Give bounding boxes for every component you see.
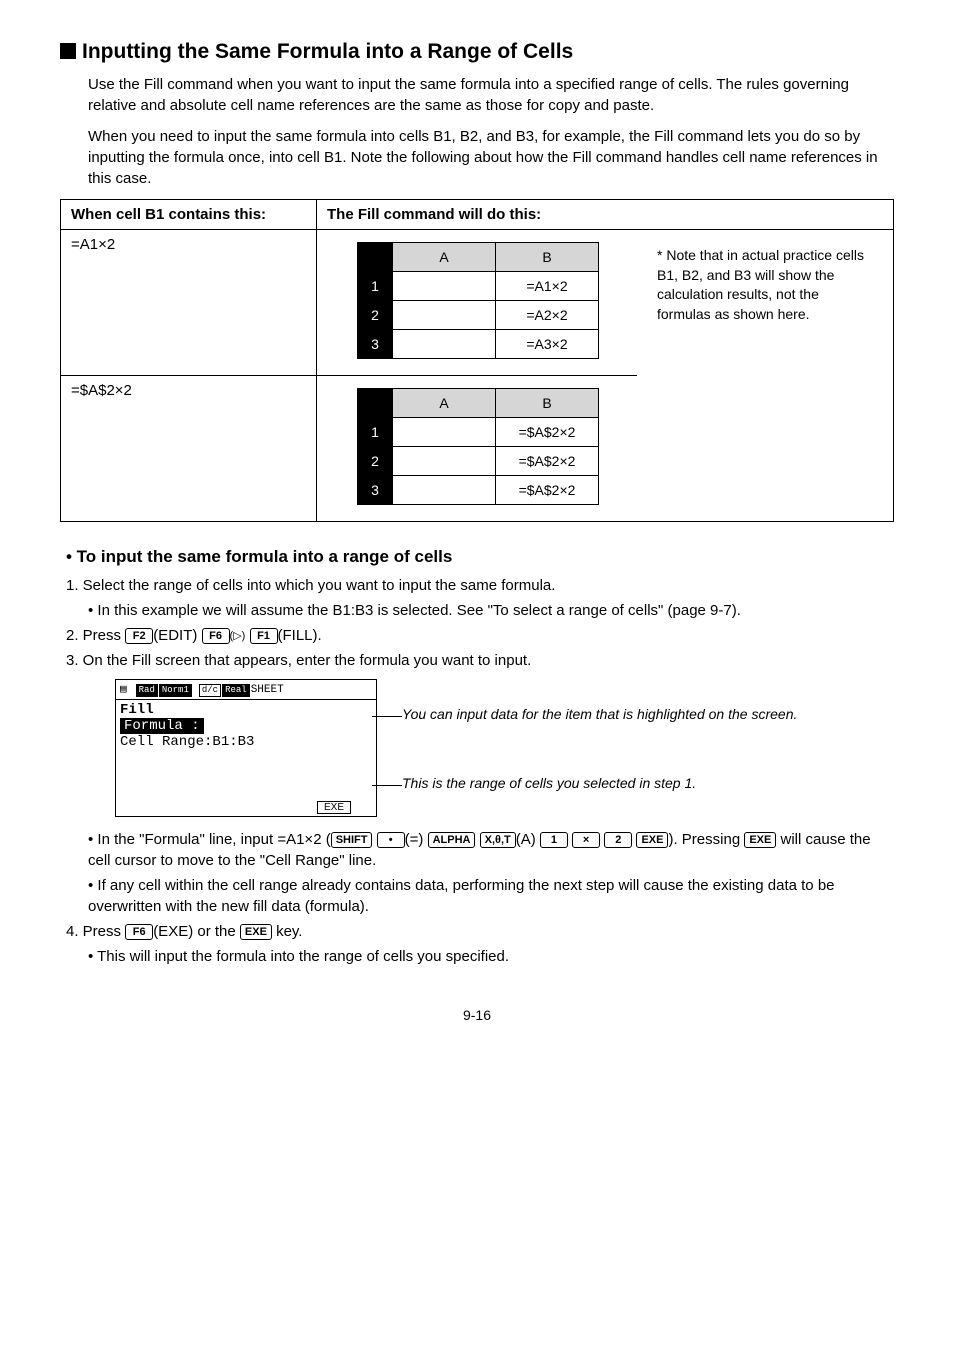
step-2: 2. Press F2(EDIT) F6(▷) F1(FILL). (66, 625, 894, 646)
intro-p1: Use the Fill command when you want to in… (88, 74, 894, 116)
screen-fill: Fill (120, 702, 372, 718)
screen-range: Cell Range:B1:B3 (120, 734, 372, 750)
callout-1: You can input data for the item that is … (402, 706, 894, 722)
page-number: 9-16 (60, 1007, 894, 1023)
screen-callout-row: ▤ RadNorm1 d/cRealSHEET Fill Formula : C… (60, 679, 894, 817)
mini-table-2: AB 1=$A$2×2 2=$A$2×2 3=$A$2×2 (357, 388, 599, 505)
f6-key-icon-2: F6 (125, 924, 153, 940)
step-3: 3. On the Fill screen that appears, ente… (66, 650, 894, 671)
two-key-icon: 2 (604, 832, 632, 848)
note-text: * Note that in actual practice cells B1,… (647, 236, 883, 334)
row1-result: AB 1=A1×2 2=A2×2 3=A3×2 (317, 230, 638, 376)
callout-2: This is the range of cells you selected … (402, 775, 894, 791)
col-header-2: The Fill command will do this: (317, 200, 894, 230)
exe-key-icon-2: EXE (744, 832, 776, 848)
shift-key-icon: SHIFT (331, 832, 373, 848)
subsection-heading: • To input the same formula into a range… (66, 547, 894, 567)
calculator-screen: ▤ RadNorm1 d/cRealSHEET Fill Formula : C… (115, 679, 377, 817)
one-key-icon: 1 (540, 832, 568, 848)
dot-key-icon: • (377, 832, 405, 848)
row1-formula: =A1×2 (61, 230, 317, 376)
f2-key-icon: F2 (125, 628, 153, 644)
row2-formula: =$A$2×2 (61, 376, 317, 522)
mini-table-1: AB 1=A1×2 2=A2×2 3=A3×2 (357, 242, 599, 359)
step-1a: • In this example we will assume the B1:… (88, 600, 894, 621)
section-heading: Inputting the Same Formula into a Range … (60, 40, 894, 64)
f6-key-icon: F6 (202, 628, 230, 644)
f1-key-icon: F1 (250, 628, 278, 644)
screen-formula: Formula : (120, 718, 204, 734)
screen-topbar: ▤ RadNorm1 d/cRealSHEET (116, 680, 376, 700)
comparison-table: When cell B1 contains this: The Fill com… (60, 199, 894, 522)
col-header-1: When cell B1 contains this: (61, 200, 317, 230)
exe-key-icon: EXE (636, 832, 668, 848)
mult-key-icon: × (572, 832, 600, 848)
step-3a: • In the "Formula" line, input =A1×2 (SH… (88, 829, 894, 871)
intro-p2: When you need to input the same formula … (88, 126, 894, 189)
step-4a: • This will input the formula into the r… (88, 946, 894, 967)
step-3b: • If any cell within the cell range alre… (88, 875, 894, 917)
step-4: 4. Press F6(EXE) or the EXE key. (66, 921, 894, 942)
heading-text: Inputting the Same Formula into a Range … (82, 40, 573, 63)
row2-result: AB 1=$A$2×2 2=$A$2×2 3=$A$2×2 (317, 376, 638, 522)
xot-key-icon: X,θ,T (480, 832, 516, 848)
square-bullet-icon (60, 43, 76, 59)
side-note: * Note that in actual practice cells B1,… (637, 230, 894, 522)
step-1: 1. Select the range of cells into which … (66, 575, 894, 596)
alpha-key-icon: ALPHA (428, 832, 476, 848)
screen-exe-button: EXE (317, 801, 351, 814)
exe-key-icon-3: EXE (240, 924, 272, 940)
